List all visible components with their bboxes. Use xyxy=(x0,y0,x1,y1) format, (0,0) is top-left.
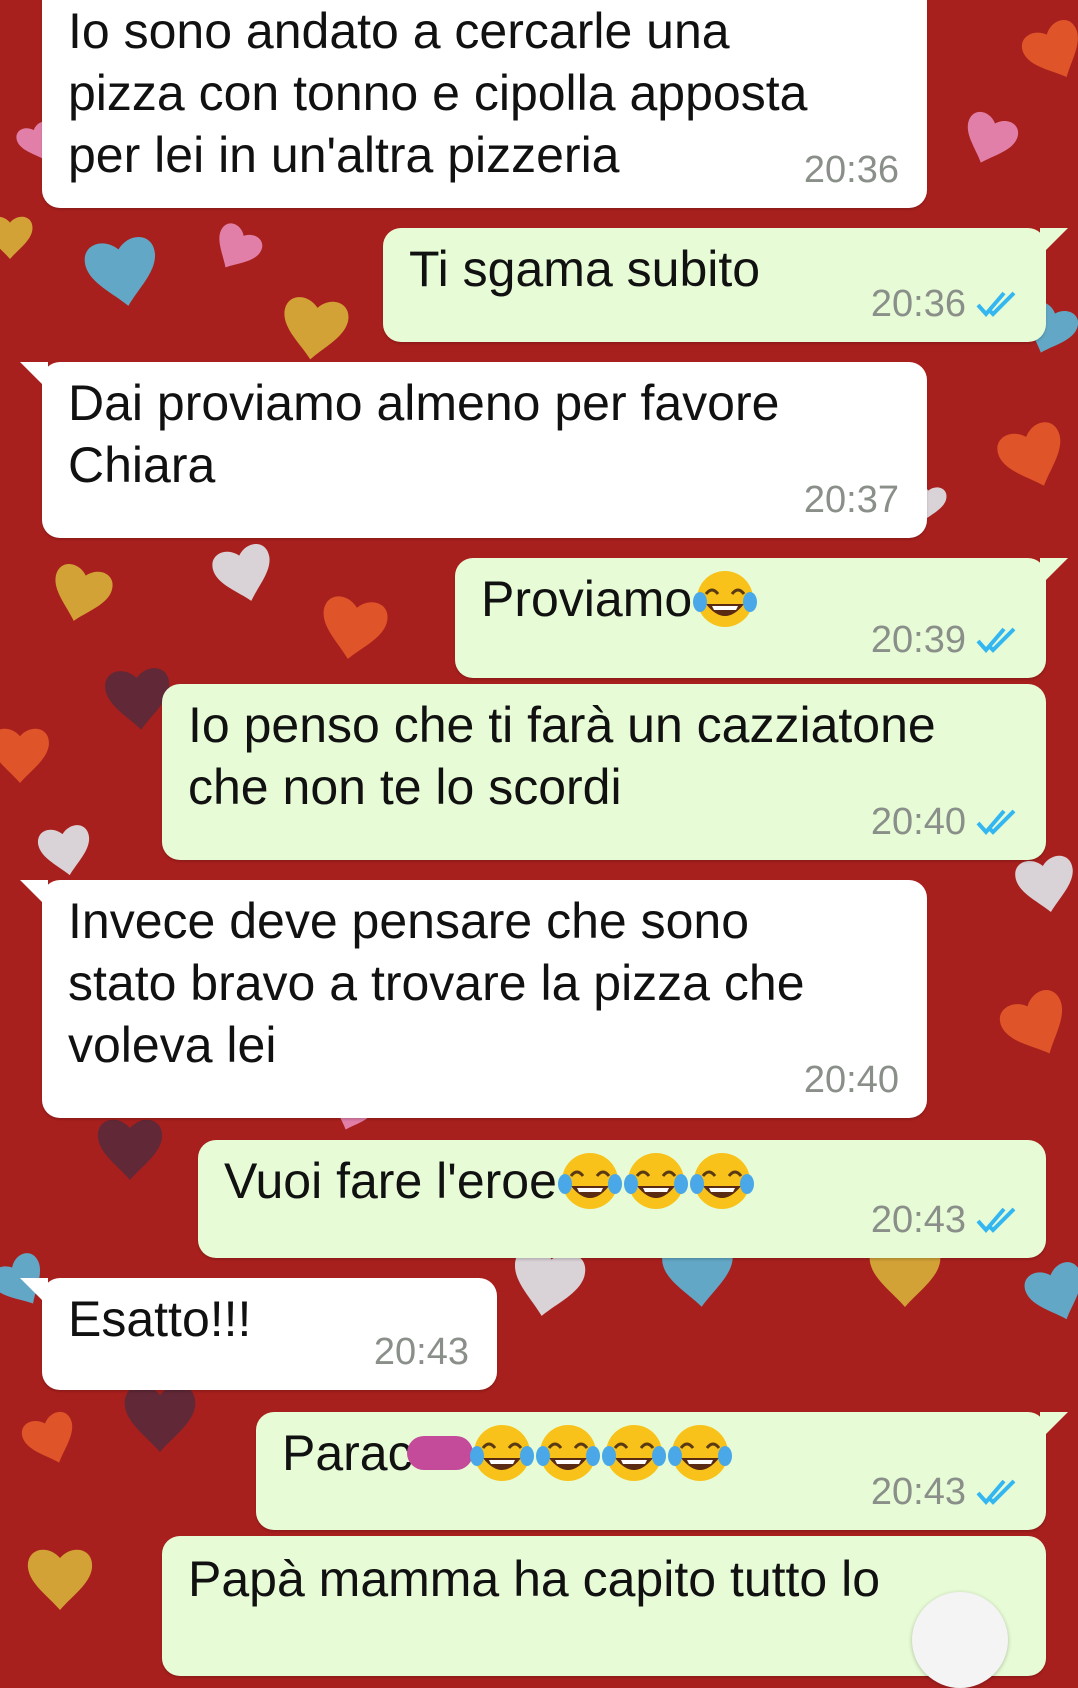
message-text: Invece deve pensare che sono stato bravo… xyxy=(68,893,805,1073)
message-text: Proviamo xyxy=(481,571,693,627)
scroll-down-button[interactable] xyxy=(912,1592,1008,1688)
face-with-tears-of-joy-icon xyxy=(469,1425,534,1481)
message-time: 20:40 xyxy=(870,801,966,843)
message-time: 20:36 xyxy=(870,283,966,325)
message-time: 20:40 xyxy=(803,1059,899,1101)
face-with-tears-of-joy-icon xyxy=(601,1425,666,1481)
message-text: Papà mamma ha capito tutto lo xyxy=(188,1551,881,1607)
face-with-tears-of-joy-icon xyxy=(557,1153,622,1209)
message-outgoing[interactable]: Papà mamma ha capito tutto lo xyxy=(162,1536,1046,1676)
message-outgoing[interactable]: Vuoi fare l'eroe 20:43 xyxy=(198,1140,1046,1258)
message-time: 20:43 xyxy=(870,1199,966,1241)
message-incoming[interactable]: Invece deve pensare che sono stato bravo… xyxy=(20,880,927,1118)
message-text: Vuoi fare l'eroe xyxy=(224,1153,557,1209)
message-outgoing[interactable]: Ti sgama subito 20:36 xyxy=(383,228,1068,342)
double-check-icon xyxy=(976,627,1016,654)
message-outgoing[interactable]: Io penso che ti farà un cazziatone che n… xyxy=(162,684,1046,860)
redaction-mark xyxy=(406,1436,473,1470)
message-text: Io sono andato a cercarle una pizza con … xyxy=(68,3,808,183)
message-text: Dai proviamo almeno per favore Chiara xyxy=(68,375,780,493)
message-time: 20:43 xyxy=(373,1331,469,1373)
double-check-icon xyxy=(976,1479,1016,1506)
message-text: Io penso che ti farà un cazziatone che n… xyxy=(188,697,936,815)
message-time: 20:39 xyxy=(870,619,966,661)
message-incoming[interactable]: Esatto!!! 20:43 xyxy=(20,1278,497,1390)
face-with-tears-of-joy-icon xyxy=(535,1425,600,1481)
message-time: 20:43 xyxy=(870,1471,966,1513)
double-check-icon xyxy=(976,1207,1016,1234)
message-time: 20:37 xyxy=(803,479,899,521)
face-with-tears-of-joy-icon xyxy=(667,1425,732,1481)
double-check-icon xyxy=(976,291,1016,318)
face-with-tears-of-joy-icon xyxy=(623,1153,688,1209)
message-incoming[interactable]: Dai proviamo almeno per favore Chiara 20… xyxy=(20,362,927,538)
message-text: Parac xyxy=(282,1425,413,1481)
message-time: 20:36 xyxy=(803,149,899,191)
message-outgoing[interactable]: Parac 20:43 xyxy=(256,1412,1068,1530)
message-outgoing[interactable]: Proviamo 20:39 xyxy=(455,558,1068,678)
double-check-icon xyxy=(976,809,1016,836)
message-incoming[interactable]: Io sono andato a cercarle una pizza con … xyxy=(42,0,927,208)
face-with-tears-of-joy-icon xyxy=(689,1153,754,1209)
face-with-tears-of-joy-icon xyxy=(693,571,758,627)
